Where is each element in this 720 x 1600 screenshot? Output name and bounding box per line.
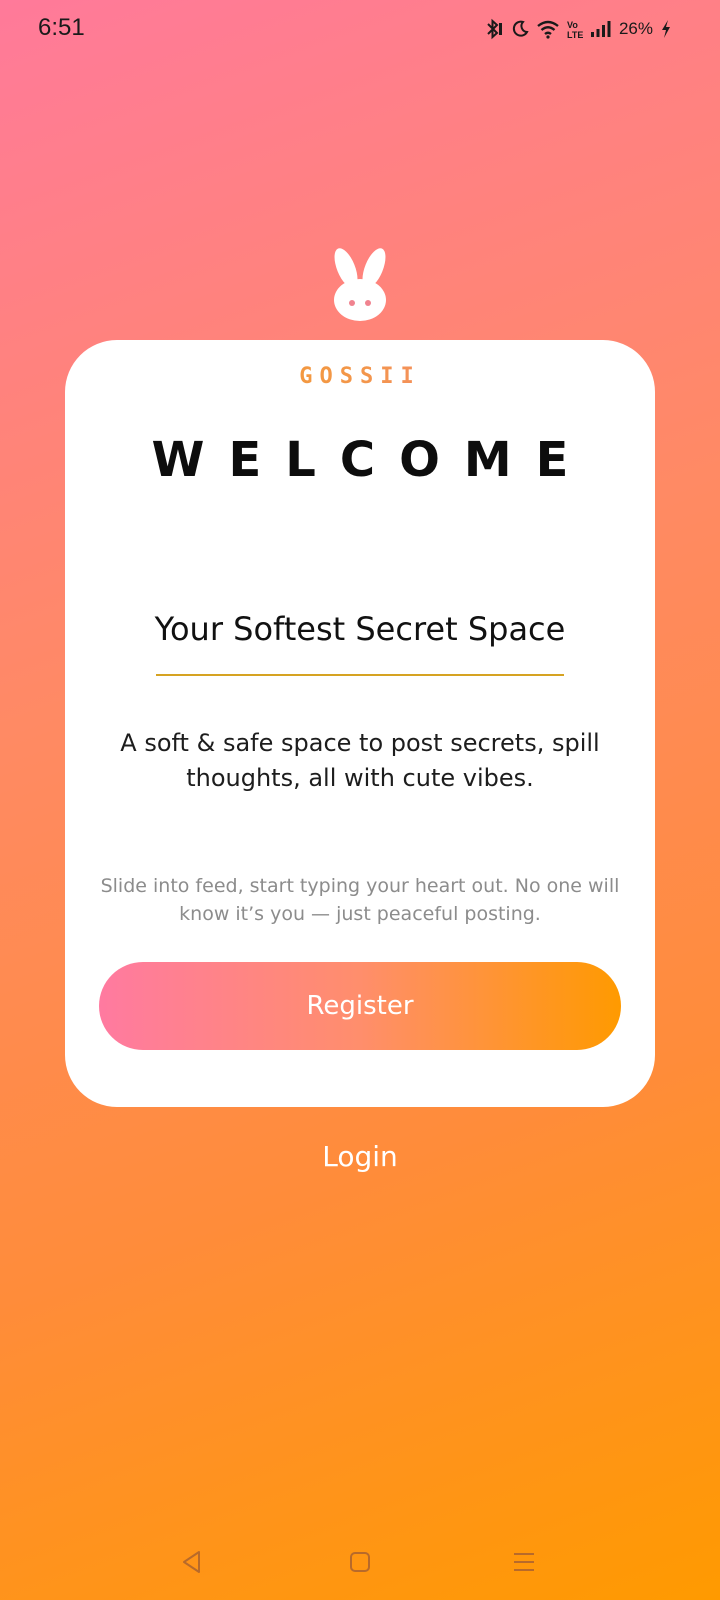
navigation-bar	[0, 1530, 720, 1600]
subtitle-divider	[156, 674, 564, 676]
welcome-card: GOSSII WELCOME Your Softest Secret Space…	[65, 340, 655, 1107]
wifi-icon	[536, 19, 560, 39]
svg-text:Vo: Vo	[567, 20, 578, 30]
tagline: A soft & safe space to post secrets, spi…	[120, 729, 600, 792]
hint-text: Slide into feed, start typing your heart…	[100, 875, 620, 925]
menu-icon[interactable]	[504, 1542, 544, 1582]
battery-level: 26%	[618, 19, 653, 38]
subtitle: Your Softest Secret Space	[154, 610, 566, 648]
status-icons: Vo LTE 26%	[484, 18, 672, 40]
svg-text:LTE: LTE	[567, 30, 583, 39]
bunny-icon	[324, 246, 396, 322]
back-icon[interactable]	[172, 1542, 212, 1582]
charging-icon	[660, 19, 672, 39]
home-icon[interactable]	[340, 1542, 380, 1582]
login-button[interactable]: Login	[0, 1140, 720, 1173]
signal-icon	[590, 20, 612, 38]
bluetooth-icon	[484, 18, 504, 40]
status-time: 6:51	[38, 14, 85, 41]
moon-icon	[511, 20, 529, 38]
brand-logo: GOSSII	[65, 364, 655, 389]
volte-icon: Vo LTE	[567, 19, 583, 39]
page-title: WELCOME	[151, 432, 593, 488]
status-bar: 6:51 Vo LTE 26%	[0, 0, 720, 62]
register-button[interactable]: Register	[99, 962, 621, 1050]
